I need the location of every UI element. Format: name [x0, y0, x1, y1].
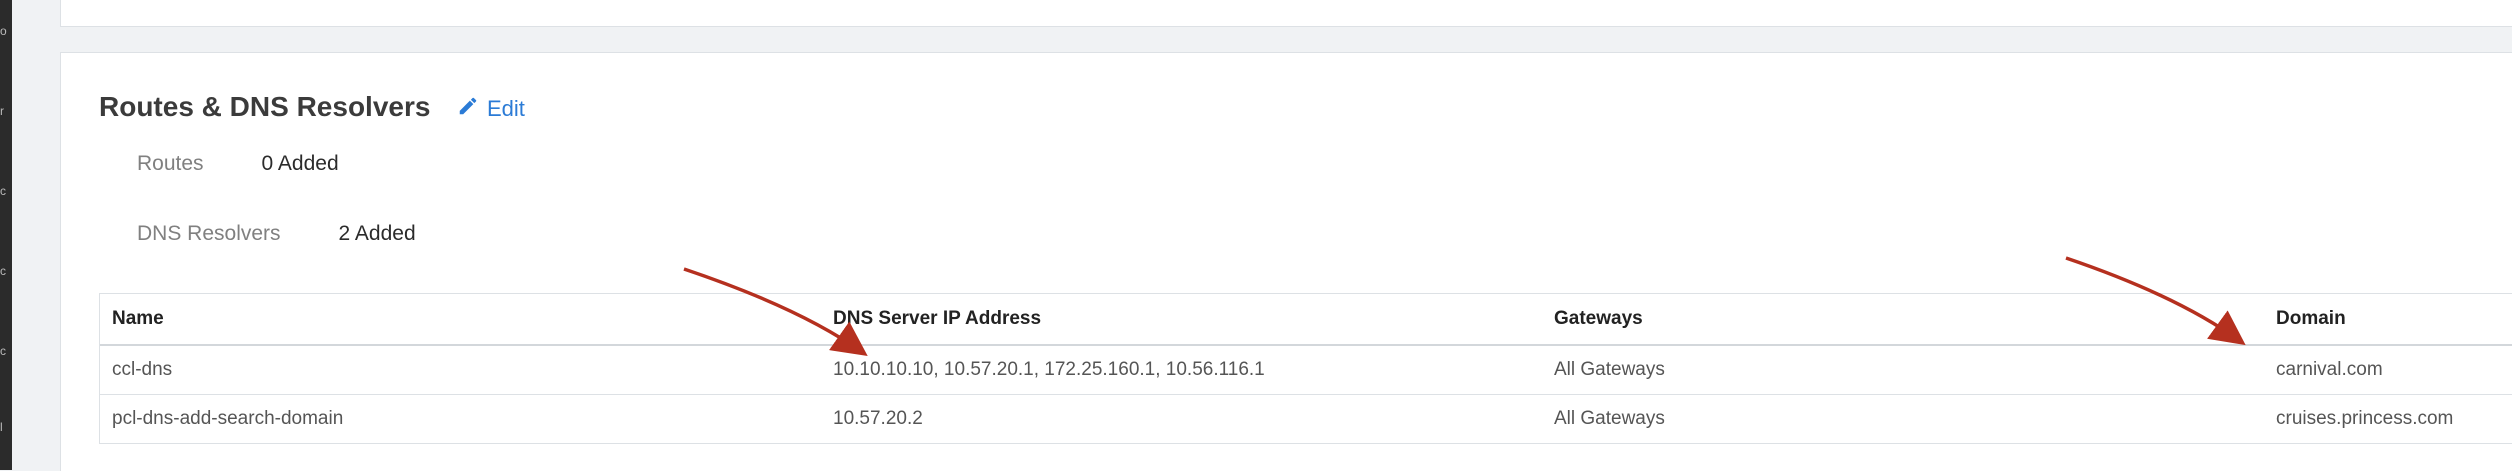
routes-label: Routes [137, 152, 204, 175]
resolver-name: ccl-dns [112, 359, 173, 380]
resolver-ip-addresses: 10.57.20.2 [833, 408, 923, 429]
routes-dns-card: Routes & DNS Resolvers Edit Routes 0 Add… [60, 52, 2512, 471]
section-title: Routes & DNS Resolvers [99, 91, 431, 122]
table-row[interactable]: pcl-dns-add-search-domain 10.57.20.2 All… [100, 395, 2512, 443]
table-header: Name DNS Server IP Address Gateways Doma… [100, 294, 2512, 346]
resolver-domain: cruises.princess.com [2276, 408, 2454, 429]
edit-label: Edit [487, 96, 525, 121]
column-header-name[interactable]: Name [112, 294, 164, 344]
dns-resolvers-count: 2 Added [338, 222, 416, 245]
resolver-name: pcl-dns-add-search-domain [112, 408, 344, 429]
routes-summary: Routes 0 Added [137, 152, 339, 176]
background-window-edge: o r c c c l [0, 0, 12, 470]
resolver-gateways: All Gateways [1554, 408, 1665, 429]
resolver-ip-addresses: 10.10.10.10, 10.57.20.1, 172.25.160.1, 1… [833, 359, 1265, 380]
dns-resolvers-summary: DNS Resolvers 2 Added [137, 222, 416, 246]
resolver-domain: carnival.com [2276, 359, 2383, 380]
resolver-gateways: All Gateways [1554, 359, 1665, 380]
column-header-gateways[interactable]: Gateways [1554, 294, 1643, 344]
column-header-domain[interactable]: Domain [2276, 294, 2346, 344]
previous-section-card [60, 0, 2512, 27]
column-header-dns-server-ip[interactable]: DNS Server IP Address [833, 294, 1041, 344]
dns-resolvers-table: Name DNS Server IP Address Gateways Doma… [99, 293, 2512, 444]
routes-count: 0 Added [261, 152, 339, 175]
edit-button[interactable]: Edit [457, 95, 525, 123]
pencil-icon [457, 95, 479, 123]
table-row[interactable]: ccl-dns 10.10.10.10, 10.57.20.1, 172.25.… [100, 346, 2512, 395]
dns-resolvers-label: DNS Resolvers [137, 222, 281, 245]
